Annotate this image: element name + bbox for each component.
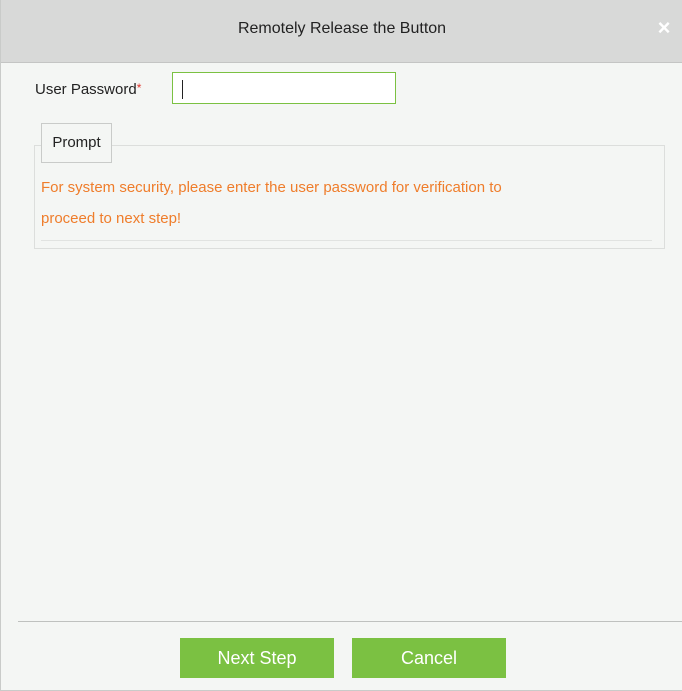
password-input[interactable] (172, 72, 396, 104)
prompt-legend: Prompt (41, 123, 112, 163)
prompt-divider (41, 240, 652, 241)
password-label: User Password* (35, 81, 141, 98)
prompt-message: For system security, please enter the us… (41, 172, 651, 234)
password-label-text: User Password (35, 81, 137, 98)
cancel-button[interactable]: Cancel (352, 638, 506, 678)
next-step-button[interactable]: Next Step (180, 638, 334, 678)
footer-divider (18, 621, 682, 622)
dialog-titlebar[interactable]: Remotely Release the Button × (1, 0, 682, 63)
prompt-message-line-2: proceed to next step! (41, 210, 182, 227)
dialog-title: Remotely Release the Button (237, 20, 447, 37)
close-icon[interactable]: × (653, 17, 675, 39)
prompt-message-line-1: For system security, please enter the us… (41, 179, 502, 196)
text-cursor (182, 80, 183, 99)
remote-release-dialog: Remotely Release the Button × User Passw… (0, 0, 682, 691)
required-mark: * (136, 81, 142, 95)
